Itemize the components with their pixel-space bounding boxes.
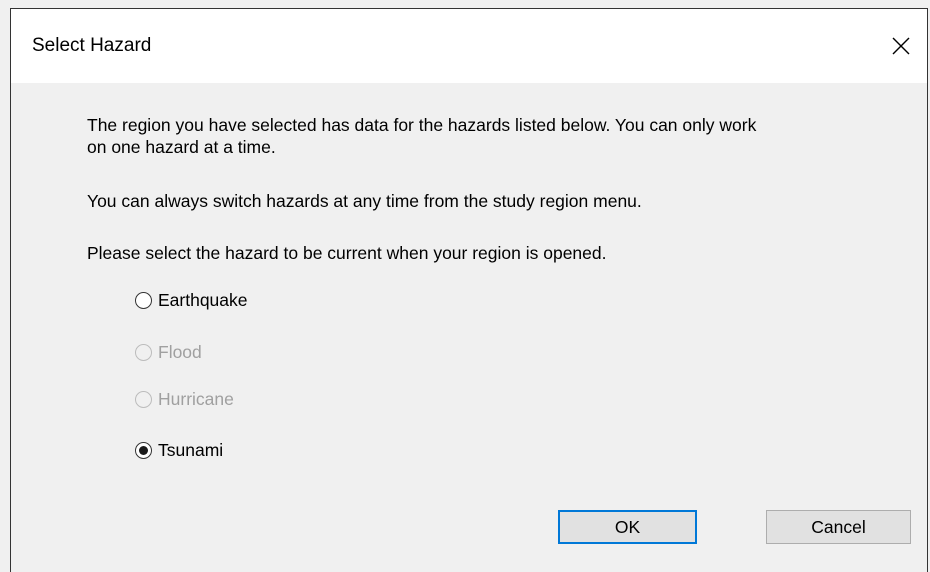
radio-circle[interactable] xyxy=(135,291,152,309)
radio-flood: Flood xyxy=(135,340,202,364)
radio-tsunami[interactable]: Tsunami xyxy=(135,438,223,462)
info-message-line1: The region you have selected has data fo… xyxy=(87,115,757,135)
radio-circle xyxy=(135,343,152,361)
radio-earthquake[interactable]: Earthquake xyxy=(135,288,248,312)
select-prompt-message: Please select the hazard to be current w… xyxy=(87,243,607,263)
radio-label-hurricane: Hurricane xyxy=(158,388,234,409)
radio-label-flood: Flood xyxy=(158,341,202,362)
title-bar: Select Hazard xyxy=(11,9,927,83)
radio-label-tsunami: Tsunami xyxy=(158,439,224,460)
radio-circle xyxy=(135,390,152,408)
radio-label-earthquake: Earthquake xyxy=(158,289,248,310)
info-message: The region you have selected has data fo… xyxy=(87,114,756,158)
dialog-title: Select Hazard xyxy=(32,35,152,56)
close-button[interactable] xyxy=(881,27,921,65)
info-message-line2: on one hazard at a time. xyxy=(87,137,276,157)
close-icon xyxy=(892,37,910,55)
radio-selected-dot xyxy=(139,445,148,455)
ok-button[interactable]: OK xyxy=(558,510,697,544)
radio-hurricane: Hurricane xyxy=(135,387,234,411)
switch-hint-message: You can always switch hazards at any tim… xyxy=(87,191,642,211)
radio-circle-selected[interactable] xyxy=(135,441,152,459)
select-hazard-dialog: Select Hazard The region you have select… xyxy=(10,8,928,572)
cancel-button[interactable]: Cancel xyxy=(766,510,911,544)
